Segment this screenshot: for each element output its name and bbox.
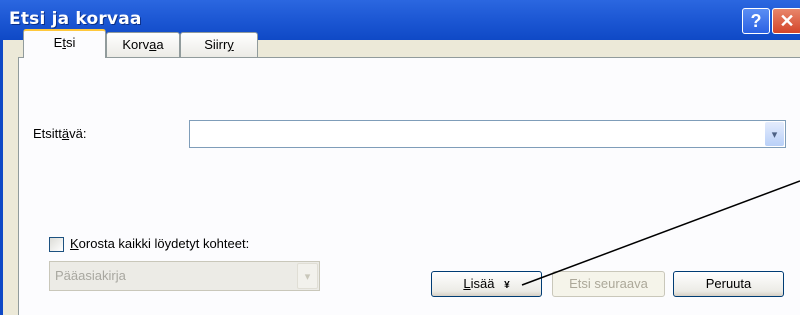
tab-find[interactable]: Etsi xyxy=(23,29,106,58)
annotation-arrow-line xyxy=(521,180,800,286)
tab-find-label-rest: si xyxy=(65,35,76,50)
annotation-arrow xyxy=(521,180,800,286)
